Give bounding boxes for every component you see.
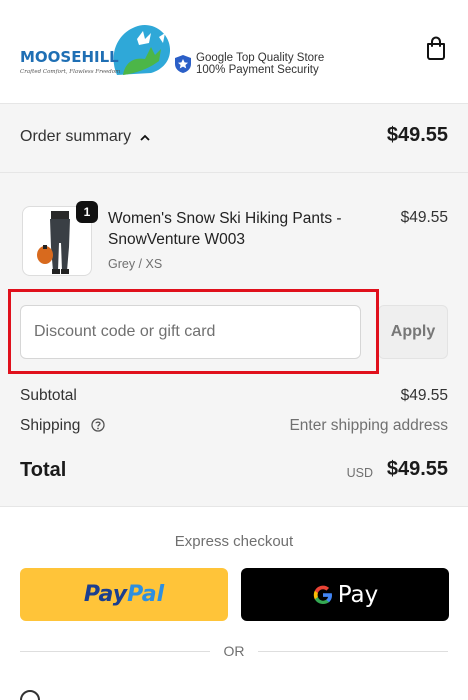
- order-summary-label: Order summary: [20, 128, 132, 145]
- quantity-badge: 1: [76, 201, 98, 223]
- shipping-row-label: Shipping: [20, 417, 105, 435]
- total-currency: USD: [346, 466, 373, 480]
- paypal-logo-part2: Pal: [127, 582, 165, 607]
- google-pay-label: Pay: [337, 581, 379, 608]
- trust-badge: Google Top Quality Store 100% Payment Se…: [174, 52, 324, 76]
- brand-tagline: Crafted Comfort, Flawless Freedom: [20, 69, 121, 75]
- order-details: 1 Women's Snow Ski Hiking Pants - SnowVe…: [0, 173, 468, 507]
- trust-line-1: Google Top Quality Store: [196, 52, 325, 64]
- trust-line-2: 100% Payment Security: [196, 64, 319, 76]
- payment-radio[interactable]: [20, 690, 40, 700]
- product-name: Women's Snow Ski Hiking Pants - SnowVent…: [108, 210, 342, 248]
- apply-discount-button[interactable]: Apply: [378, 305, 448, 359]
- express-checkout-title: Express checkout: [174, 533, 294, 550]
- shield-star-icon: [175, 55, 191, 73]
- product-price: $49.55: [400, 209, 448, 226]
- total-label: Total: [20, 459, 67, 481]
- google-g-icon: [313, 585, 332, 604]
- checkout-header: MOOSEHILL Crafted Comfort, Flawless Free…: [0, 0, 468, 103]
- subtotal-label: Subtotal: [20, 387, 77, 404]
- product-variant: Grey / XS: [108, 257, 163, 271]
- brand-name: MOOSEHILL: [20, 48, 119, 66]
- help-circle-icon[interactable]: [90, 418, 105, 432]
- shipping-label: Shipping: [20, 417, 81, 434]
- cart-button[interactable]: [425, 36, 447, 60]
- discount-code-input[interactable]: [20, 305, 361, 359]
- or-divider-right: [258, 651, 448, 652]
- shopping-bag-icon: [427, 36, 445, 60]
- subtotal-value: $49.55: [400, 387, 448, 404]
- total-value: $49.55: [386, 458, 448, 480]
- order-summary-bar: Order summary $49.55: [0, 103, 468, 173]
- order-summary-total: $49.55: [386, 124, 448, 146]
- google-pay-button[interactable]: Pay: [241, 568, 449, 621]
- shipping-value: Enter shipping address: [289, 417, 448, 434]
- paypal-logo: PayPal: [84, 582, 164, 607]
- order-summary-toggle[interactable]: Order summary: [20, 128, 151, 146]
- chevron-up-icon: [140, 134, 150, 141]
- paypal-logo-part1: Pay: [83, 582, 128, 607]
- paypal-button[interactable]: PayPal: [20, 568, 228, 621]
